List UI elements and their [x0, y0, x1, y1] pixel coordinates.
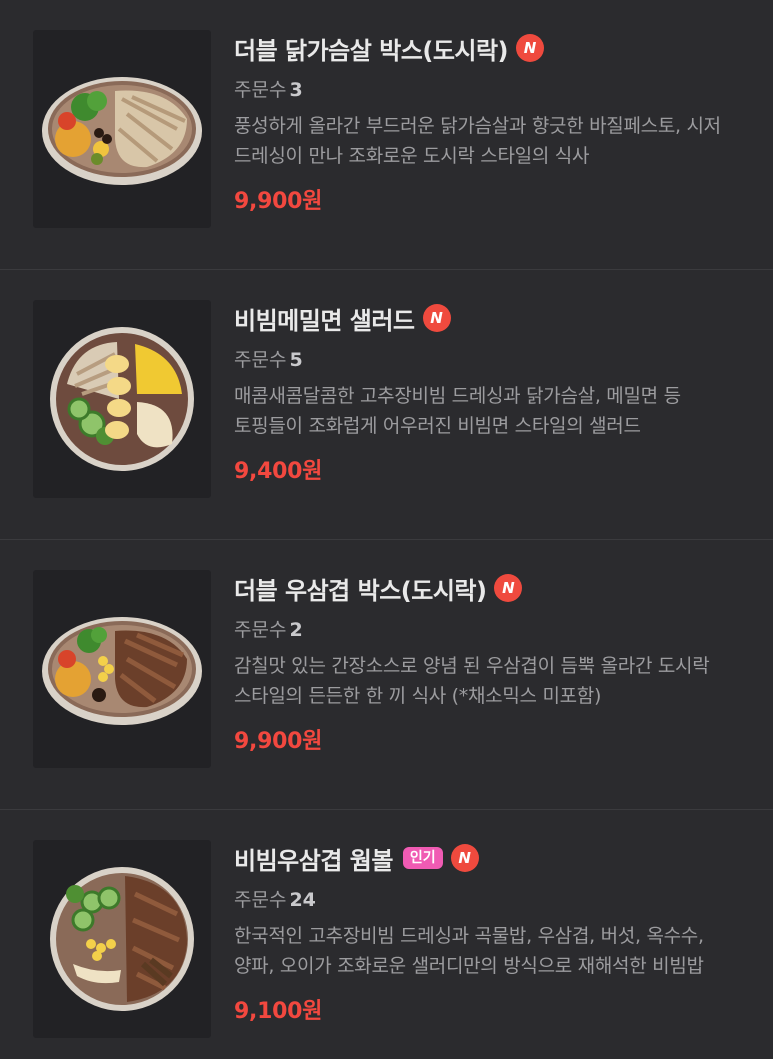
- menu-item-title[interactable]: 비빔우삼겹 웜볼: [234, 841, 393, 876]
- menu-item-thumbnail[interactable]: [33, 840, 211, 1038]
- bibim-beef-warm-bowl-image: [50, 867, 194, 1011]
- menu-item-price: 9,400원: [234, 459, 323, 484]
- menu-item-info: 비빔메밀면 샐러드 N 주문수 5 매콤새콤달콤한 고추장비빔 드레싱과 닭가슴살…: [234, 300, 744, 485]
- new-badge-icon: N: [422, 304, 451, 332]
- menu-item-thumbnail[interactable]: [33, 300, 211, 498]
- title-row: 비빔우삼겹 웜볼 인기 N: [234, 840, 744, 876]
- menu-item-description: 매콤새콤달콤한 고추장비빔 드레싱과 닭가슴살, 메밀면 등 토핑들이 조화럽게…: [234, 385, 681, 437]
- menu-item-description: 감칠맛 있는 간장소스로 양념 된 우삼겹이 듬뿍 올라간 도시락 스타일의 든…: [234, 655, 710, 707]
- order-count-label: 주문수: [234, 349, 287, 371]
- menu-item-title[interactable]: 비빔메밀면 샐러드: [234, 301, 415, 336]
- menu-item[interactable]: 더블 우삼겹 박스(도시락) N 주문수 2 감칠맛 있는 간장소스로 양념 된 …: [0, 540, 773, 810]
- order-count-value: 3: [289, 79, 303, 101]
- new-badge-icon: N: [494, 574, 523, 602]
- menu-item-info: 더블 닭가슴살 박스(도시락) N 주문수 3 풍성하게 올라간 부드러운 닭가슴…: [234, 30, 744, 215]
- order-count-value: 24: [289, 889, 316, 911]
- menu-list: 더블 닭가슴살 박스(도시락) N 주문수 3 풍성하게 올라간 부드러운 닭가슴…: [0, 0, 773, 1059]
- menu-item-price: 9,900원: [234, 189, 323, 214]
- menu-item-title[interactable]: 더블 우삼겹 박스(도시락): [234, 571, 487, 606]
- menu-item-thumbnail[interactable]: [33, 30, 211, 228]
- order-count-value: 2: [289, 619, 303, 641]
- new-badge-icon: N: [450, 844, 479, 872]
- menu-item-thumbnail[interactable]: [33, 570, 211, 768]
- order-count-label: 주문수: [234, 619, 287, 641]
- order-count: 주문수 2: [234, 617, 744, 643]
- order-count-label: 주문수: [234, 889, 287, 911]
- popular-badge: 인기: [402, 847, 443, 869]
- menu-item-price: 9,900원: [234, 729, 323, 754]
- beef-brisket-bowl-image: [42, 617, 202, 725]
- order-count-value: 5: [289, 349, 303, 371]
- buckwheat-noodle-salad-image: [50, 327, 194, 471]
- menu-item-description: 한국적인 고추장비빔 드레싱과 곡물밥, 우삼겹, 버섯, 옥수수, 양파, 오…: [234, 925, 704, 977]
- title-row: 비빔메밀면 샐러드 N: [234, 300, 744, 336]
- order-count: 주문수 3: [234, 77, 744, 103]
- title-row: 더블 우삼겹 박스(도시락) N: [234, 570, 744, 606]
- order-count: 주문수 5: [234, 347, 744, 373]
- menu-item-title[interactable]: 더블 닭가슴살 박스(도시락): [234, 31, 509, 66]
- menu-item-description: 풍성하게 올라간 부드러운 닭가슴살과 향긋한 바질페스토, 시저 드레싱이 만…: [234, 115, 721, 167]
- order-count-label: 주문수: [234, 79, 287, 101]
- menu-item[interactable]: 비빔우삼겹 웜볼 인기 N 주문수 24 한국적인 고추장비빔 드레싱과 곡물밥,…: [0, 810, 773, 1059]
- order-count: 주문수 24: [234, 887, 744, 913]
- menu-item-info: 더블 우삼겹 박스(도시락) N 주문수 2 감칠맛 있는 간장소스로 양념 된 …: [234, 570, 744, 755]
- menu-item-info: 비빔우삼겹 웜볼 인기 N 주문수 24 한국적인 고추장비빔 드레싱과 곡물밥,…: [234, 840, 744, 1025]
- menu-item-price: 9,100원: [234, 999, 323, 1024]
- new-badge-icon: N: [516, 34, 545, 62]
- title-row: 더블 닭가슴살 박스(도시락) N: [234, 30, 744, 66]
- menu-item[interactable]: 비빔메밀면 샐러드 N 주문수 5 매콤새콤달콤한 고추장비빔 드레싱과 닭가슴살…: [0, 270, 773, 540]
- chicken-breast-bowl-image: [42, 77, 202, 185]
- menu-item[interactable]: 더블 닭가슴살 박스(도시락) N 주문수 3 풍성하게 올라간 부드러운 닭가슴…: [0, 0, 773, 270]
